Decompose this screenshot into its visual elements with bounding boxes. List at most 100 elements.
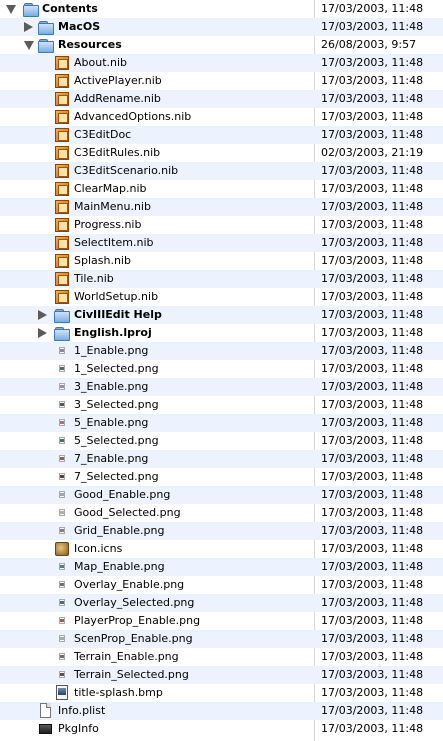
file-name: 5_Selected.png	[74, 434, 159, 447]
file-name: Good_Enable.png	[74, 488, 171, 501]
file-row[interactable]: Icon.icns 17/03/2003, 11:48	[0, 540, 443, 558]
nib-file-icon	[54, 289, 70, 305]
file-name: CivIIIEdit Help	[74, 308, 162, 321]
date-modified: 17/03/2003, 11:48	[321, 164, 424, 177]
file-name: C3EditRules.nib	[74, 146, 161, 159]
file-name: Tile.nib	[74, 272, 114, 285]
date-modified: 17/03/2003, 11:48	[321, 272, 424, 285]
folder-icon	[38, 19, 54, 35]
file-row[interactable]: ClearMap.nib 17/03/2003, 11:48	[0, 180, 443, 198]
date-modified: 17/03/2003, 11:48	[321, 614, 424, 627]
file-row[interactable]: 3_Enable.png 17/03/2003, 11:48	[0, 378, 443, 396]
file-row[interactable]: C3EditDoc 17/03/2003, 11:48	[0, 126, 443, 144]
file-row[interactable]: PlayerProp_Enable.png 17/03/2003, 11:48	[0, 612, 443, 630]
date-modified: 17/03/2003, 11:48	[321, 74, 424, 87]
file-row[interactable]: C3EditRules.nib 02/03/2003, 21:19	[0, 144, 443, 162]
date-modified: 17/03/2003, 11:48	[321, 650, 424, 663]
date-modified: 17/03/2003, 11:48	[321, 308, 424, 321]
disclosure-triangle-closed-icon[interactable]	[38, 328, 47, 338]
file-row[interactable]: Terrain_Enable.png 17/03/2003, 11:48	[0, 648, 443, 666]
file-row[interactable]: Overlay_Selected.png 17/03/2003, 11:48	[0, 594, 443, 612]
file-row[interactable]: AddRename.nib 17/03/2003, 11:48	[0, 90, 443, 108]
file-row[interactable]: 1_Enable.png 17/03/2003, 11:48	[0, 342, 443, 360]
file-row[interactable]: C3EditScenario.nib 17/03/2003, 11:48	[0, 162, 443, 180]
file-row[interactable]: Grid_Enable.png 17/03/2003, 11:48	[0, 522, 443, 540]
file-row[interactable]: SelectItem.nib 17/03/2003, 11:48	[0, 234, 443, 252]
date-modified: 17/03/2003, 11:48	[321, 344, 424, 357]
folder-icon	[23, 1, 39, 17]
file-row[interactable]: Info.plist 17/03/2003, 11:48	[0, 702, 443, 720]
disclosure-triangle-open-icon[interactable]	[6, 5, 16, 14]
disclosure-triangle-closed-icon[interactable]	[24, 22, 33, 32]
date-modified: 02/03/2003, 21:19	[321, 146, 424, 159]
date-modified: 17/03/2003, 11:48	[321, 560, 424, 573]
file-row[interactable]: 1_Selected.png 17/03/2003, 11:48	[0, 360, 443, 378]
file-name: 3_Enable.png	[74, 380, 149, 393]
nib-file-icon	[54, 163, 70, 179]
date-modified: 17/03/2003, 11:48	[321, 110, 424, 123]
png-file-icon	[54, 649, 70, 665]
file-row[interactable]: 5_Selected.png 17/03/2003, 11:48	[0, 432, 443, 450]
file-row[interactable]: MainMenu.nib 17/03/2003, 11:48	[0, 198, 443, 216]
folder-icon	[54, 325, 70, 341]
file-row[interactable]: PkgInfo 17/03/2003, 11:48	[0, 720, 443, 738]
file-name: 3_Selected.png	[74, 398, 159, 411]
file-row[interactable]: Contents 17/03/2003, 11:48	[0, 0, 443, 18]
file-name: Contents	[42, 2, 98, 15]
nib-file-icon	[54, 127, 70, 143]
png-file-icon	[54, 469, 70, 485]
file-row[interactable]: Terrain_Selected.png 17/03/2003, 11:48	[0, 666, 443, 684]
file-row[interactable]: 7_Selected.png 17/03/2003, 11:48	[0, 468, 443, 486]
file-row[interactable]: Resources 26/08/2003, 9:57	[0, 36, 443, 54]
file-row[interactable]: 5_Enable.png 17/03/2003, 11:48	[0, 414, 443, 432]
file-row[interactable]: Good_Selected.png 17/03/2003, 11:48	[0, 504, 443, 522]
png-file-icon	[54, 397, 70, 413]
file-name: Terrain_Enable.png	[74, 650, 179, 663]
file-row[interactable]: English.lproj 17/03/2003, 11:48	[0, 324, 443, 342]
file-row[interactable]: MacOS 17/03/2003, 11:48	[0, 18, 443, 36]
file-row[interactable]: title-splash.bmp 17/03/2003, 11:48	[0, 684, 443, 702]
file-name: Overlay_Enable.png	[74, 578, 185, 591]
date-modified: 26/08/2003, 9:57	[321, 38, 417, 51]
png-file-icon	[54, 631, 70, 647]
disclosure-triangle-open-icon[interactable]	[24, 41, 34, 50]
file-row[interactable]: Overlay_Enable.png 17/03/2003, 11:48	[0, 576, 443, 594]
disclosure-triangle-closed-icon[interactable]	[38, 310, 47, 320]
file-name: AdvancedOptions.nib	[74, 110, 192, 123]
file-row[interactable]: Good_Enable.png 17/03/2003, 11:48	[0, 486, 443, 504]
file-row[interactable]: 7_Enable.png 17/03/2003, 11:48	[0, 450, 443, 468]
file-row[interactable]: Tile.nib 17/03/2003, 11:48	[0, 270, 443, 288]
file-row[interactable]: Progress.nib 17/03/2003, 11:48	[0, 216, 443, 234]
file-name: SelectItem.nib	[74, 236, 154, 249]
file-name: 5_Enable.png	[74, 416, 149, 429]
file-name: 7_Selected.png	[74, 470, 159, 483]
date-modified: 17/03/2003, 11:48	[321, 596, 424, 609]
date-modified: 17/03/2003, 11:48	[321, 704, 424, 717]
file-name: MacOS	[58, 20, 101, 33]
file-name: Map_Enable.png	[74, 560, 165, 573]
file-row[interactable]: WorldSetup.nib 17/03/2003, 11:48	[0, 288, 443, 306]
file-name: PlayerProp_Enable.png	[74, 614, 201, 627]
file-name: ScenProp_Enable.png	[74, 632, 193, 645]
nib-file-icon	[54, 271, 70, 287]
plist-document-icon	[38, 703, 54, 719]
file-name: MainMenu.nib	[74, 200, 151, 213]
file-name: C3EditDoc	[74, 128, 132, 141]
file-row[interactable]: About.nib 17/03/2003, 11:48	[0, 54, 443, 72]
png-file-icon	[54, 523, 70, 539]
date-modified: 17/03/2003, 11:48	[321, 236, 424, 249]
png-file-icon	[54, 343, 70, 359]
file-row[interactable]: AdvancedOptions.nib 17/03/2003, 11:48	[0, 108, 443, 126]
file-row[interactable]: CivIIIEdit Help 17/03/2003, 11:48	[0, 306, 443, 324]
file-row[interactable]: Map_Enable.png 17/03/2003, 11:48	[0, 558, 443, 576]
png-file-icon	[54, 379, 70, 395]
date-modified: 17/03/2003, 11:48	[321, 416, 424, 429]
folder-icon	[54, 307, 70, 323]
file-row[interactable]: 3_Selected.png 17/03/2003, 11:48	[0, 396, 443, 414]
file-row[interactable]: ScenProp_Enable.png 17/03/2003, 11:48	[0, 630, 443, 648]
bmp-file-icon	[54, 685, 70, 701]
file-row[interactable]: ActivePlayer.nib 17/03/2003, 11:48	[0, 72, 443, 90]
file-row[interactable]: Splash.nib 17/03/2003, 11:48	[0, 252, 443, 270]
nib-file-icon	[54, 109, 70, 125]
file-name: PkgInfo	[58, 722, 99, 735]
